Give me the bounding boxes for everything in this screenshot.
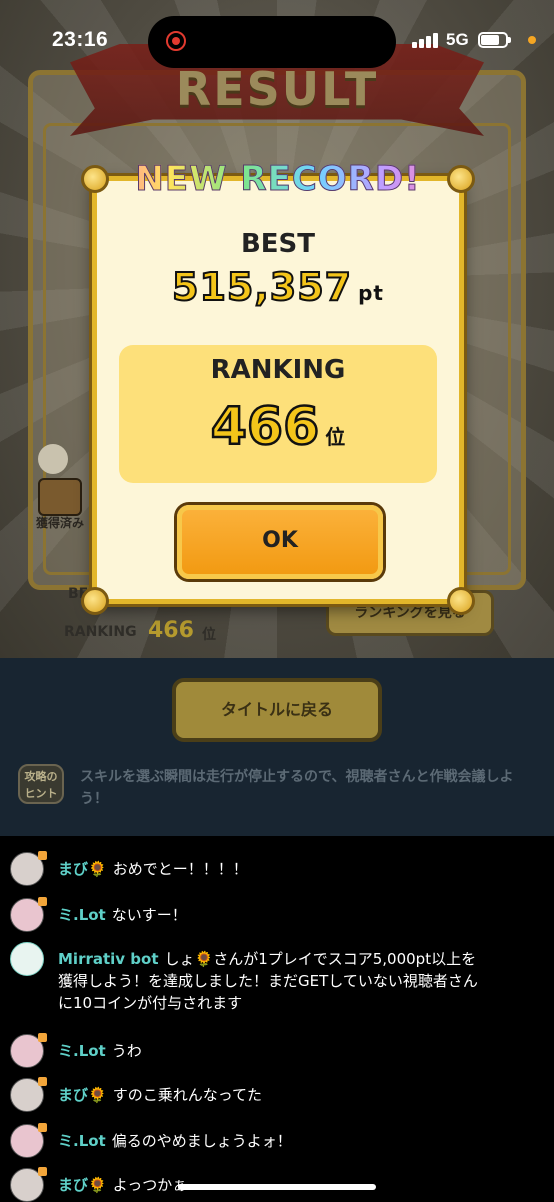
chat-message-body: Mirrativ bot しょ🌻さんが1プレイでスコア5,000pt以上を獲得しよ… [58, 948, 478, 1014]
chat-message-body: ミ.Lot うわ [58, 1040, 478, 1062]
new-record-modal: NEW RECORD! BEST 515,357 pt RANKING 466 位 … [81, 159, 475, 615]
character-icon [38, 444, 68, 474]
chat-text: うわ [111, 1042, 142, 1060]
chat-username[interactable]: ミ.Lot [58, 1132, 106, 1150]
background-ranking-unit: 位 [202, 627, 216, 643]
ranking-label: RANKING [210, 355, 346, 385]
network-type: 5G [446, 30, 469, 49]
ranking-unit: 位 [325, 425, 346, 449]
user-avatar[interactable] [10, 1033, 47, 1068]
item-icon [38, 478, 82, 516]
ranking-number: 466 [209, 396, 320, 459]
chat-message-body: ミ.Lot 偏るのやめましょうよォ！ [58, 1130, 478, 1152]
privacy-indicator-icon [528, 36, 536, 44]
chat-text: 偏るのやめましょうよォ！ [111, 1132, 292, 1150]
chat-message-body: ミ.Lot ないすー！ [58, 904, 478, 926]
chat-feed: まび🌻 おめでとー！！！！ ミ.Lot ないすー！ Mirrativ bot しょ🌻さ… [0, 836, 554, 1202]
badge-icon [38, 897, 47, 906]
corner-ornament-icon [447, 587, 475, 615]
user-avatar[interactable] [10, 1123, 47, 1158]
chat-username[interactable]: Mirrativ bot [58, 950, 159, 968]
screen-record-icon [166, 31, 186, 51]
signal-icon [412, 32, 440, 48]
hint-text: スキルを選ぶ瞬間は走行が停止するので、視聴者さんと作戦会議しよう！ [80, 769, 514, 807]
dynamic-island [148, 16, 396, 68]
chat-message-body: まび🌻 すのこ乗れんなってた [58, 1084, 478, 1106]
chat-username[interactable]: まび🌻 [58, 1086, 107, 1104]
badge-icon [38, 1033, 47, 1042]
user-avatar[interactable] [10, 1077, 47, 1112]
best-label: BEST [240, 229, 316, 259]
back-to-title-button[interactable]: タイトルに戻る [172, 678, 382, 742]
acquired-label: 獲得済み [36, 516, 85, 530]
chat-username[interactable]: まび🌻 [58, 1176, 107, 1194]
chat-username[interactable]: まび🌻 [58, 860, 107, 878]
home-indicator[interactable] [178, 1184, 376, 1190]
user-avatar[interactable] [10, 1167, 47, 1202]
best-score: 515,357 pt [97, 264, 459, 310]
chat-text: ないすー！ [111, 906, 187, 924]
new-record-header: NEW RECORD! [97, 159, 459, 200]
chat-text: よっつかぁ [112, 1176, 188, 1194]
badge-icon [38, 1167, 47, 1176]
best-score-value: 515,357 [171, 264, 353, 310]
best-score-unit: pt [358, 281, 384, 305]
background-ranking-value: 466 [148, 618, 194, 643]
badge-icon [38, 1123, 47, 1132]
bot-avatar[interactable] [10, 942, 44, 976]
badge-icon [38, 1077, 47, 1086]
badge-icon [38, 851, 47, 860]
chat-username[interactable]: ミ.Lot [58, 1042, 106, 1060]
ranking-value: 466 位 [119, 396, 437, 459]
chat-message-body: まび🌻 おめでとー！！！！ [58, 858, 478, 880]
hint-badge: 攻略の ヒント [18, 764, 64, 804]
ok-button[interactable]: OK [177, 505, 383, 579]
battery-icon [478, 32, 511, 48]
ranking-box: RANKING 466 位 [119, 345, 437, 483]
status-bar: 23:16 5G [0, 0, 554, 82]
chat-text: すのこ乗れんなってた [112, 1086, 262, 1104]
status-time: 23:16 [52, 28, 109, 51]
corner-ornament-icon [81, 587, 109, 615]
user-avatar[interactable] [10, 851, 47, 886]
chat-username[interactable]: ミ.Lot [58, 906, 106, 924]
background-ranking-label: RANKING [64, 624, 137, 640]
chat-text: おめでとー！！！！ [112, 860, 248, 878]
user-avatar[interactable] [10, 897, 47, 932]
